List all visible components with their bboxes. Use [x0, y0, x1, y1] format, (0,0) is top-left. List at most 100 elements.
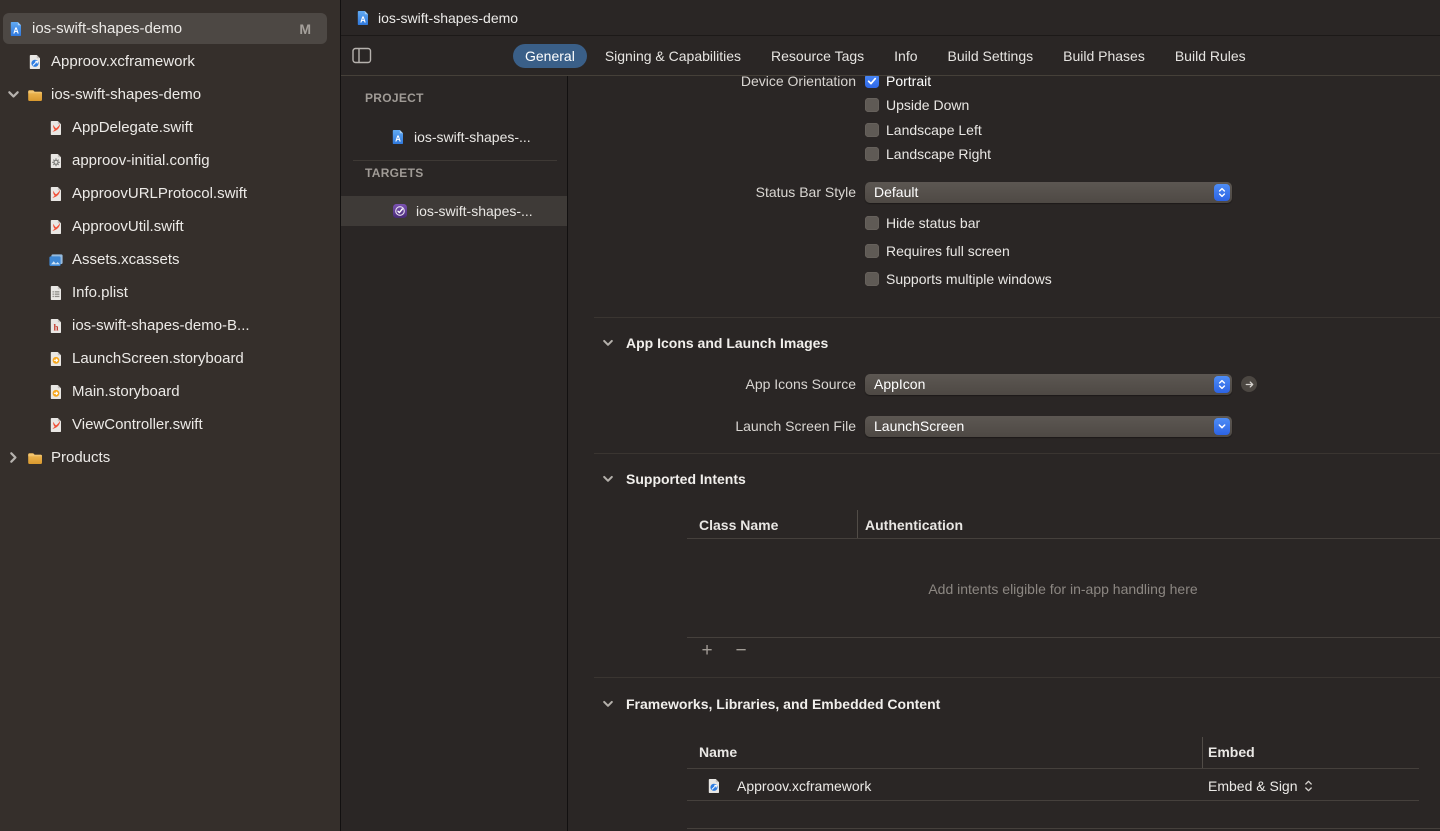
table-line [687, 768, 1419, 769]
navigator-item-info-plist[interactable]: Info.plist [0, 276, 340, 309]
framework-row[interactable]: Approov.xcframework [706, 775, 871, 797]
navigator-item-appdelegate[interactable]: AppDelegate.swift [0, 111, 340, 144]
table-line [687, 538, 1440, 539]
navigator-item-label: Main.storyboard [72, 383, 180, 400]
header-file-icon [48, 318, 64, 334]
chevron-down-icon[interactable] [602, 698, 614, 710]
upside-down-row: Upside Down [865, 94, 969, 116]
jump-arrow-button[interactable] [1241, 376, 1257, 392]
navigator-item-label: ios-swift-shapes-demo [51, 86, 201, 103]
tab-build-rules[interactable]: Build Rules [1163, 44, 1258, 68]
project-icon [355, 10, 371, 26]
embed-setting-select[interactable]: Embed & Sign [1208, 775, 1313, 797]
editor-title: ios-swift-shapes-demo [378, 10, 518, 26]
column-divider [1202, 737, 1203, 768]
navigator-item-project-root[interactable]: ios-swift-shapes-demo M [0, 12, 340, 45]
status-bar-style-value: Default [874, 184, 1214, 200]
frameworks-column-embed: Embed [1208, 744, 1255, 760]
xcode-window: ios-swift-shapes-demo M Approov.xcframew… [0, 0, 1440, 831]
app-icons-section-header: App Icons and Launch Images [602, 332, 828, 354]
app-icons-section-title: App Icons and Launch Images [626, 335, 828, 351]
tab-resource-tags[interactable]: Resource Tags [759, 44, 876, 68]
chevron-down-icon[interactable] [602, 473, 614, 485]
supports-multiple-windows-row: Supports multiple windows [865, 268, 1052, 290]
navigator-item-main-storyboard[interactable]: Main.storyboard [0, 375, 340, 408]
navigator-item-viewcontroller[interactable]: ViewController.swift [0, 408, 340, 441]
sidebar-toggle-icon[interactable] [352, 47, 372, 64]
launch-screen-file-combobox[interactable]: LaunchScreen [865, 416, 1232, 437]
projects-targets-panel: PROJECT ios-swift-shapes-... TARGETS ios… [341, 76, 568, 831]
requires-full-screen-row: Requires full screen [865, 240, 1010, 262]
swift-file-icon [48, 186, 64, 202]
hide-status-bar-checkbox[interactable] [865, 216, 879, 230]
navigator-item-group-folder[interactable]: ios-swift-shapes-demo [0, 78, 340, 111]
framework-name: Approov.xcframework [737, 778, 871, 794]
framework-file-icon [706, 778, 722, 794]
table-line [687, 800, 1419, 801]
target-item[interactable]: ios-swift-shapes-... [341, 196, 567, 226]
navigator-item-products[interactable]: Products [0, 441, 340, 474]
supported-intents-section-title: Supported Intents [626, 471, 746, 487]
tab-signing-capabilities[interactable]: Signing & Capabilities [593, 44, 753, 68]
swift-file-icon [48, 417, 64, 433]
intents-empty-placeholder: Add intents eligible for in-app handling… [687, 581, 1439, 597]
landscape-left-row: Landscape Left [865, 119, 982, 141]
portrait-checkbox[interactable] [865, 76, 879, 88]
section-separator [594, 677, 1440, 678]
navigator-item-label: AppDelegate.swift [72, 119, 193, 136]
landscape-left-checkbox[interactable] [865, 123, 879, 137]
settings-tabs: General Signing & Capabilities Resource … [513, 44, 1258, 68]
navigator-item-launchscreen[interactable]: LaunchScreen.storyboard [0, 342, 340, 375]
folder-icon [27, 87, 43, 103]
storyboard-file-icon [48, 351, 64, 367]
navigator-item-approov-util[interactable]: ApproovUtil.swift [0, 210, 340, 243]
tab-general[interactable]: General [513, 44, 587, 68]
stepper-icon [1214, 184, 1230, 201]
tab-build-settings[interactable]: Build Settings [936, 44, 1046, 68]
launch-screen-file-value: LaunchScreen [874, 418, 1214, 434]
table-line [687, 828, 1440, 829]
supports-multiple-windows-checkbox[interactable] [865, 272, 879, 286]
stepper-icon [1304, 779, 1313, 793]
config-file-icon [48, 153, 64, 169]
remove-intent-button[interactable]: − [732, 642, 750, 660]
requires-full-screen-checkbox[interactable] [865, 244, 879, 258]
chevron-down-icon[interactable] [7, 88, 20, 101]
navigator-item-assets[interactable]: Assets.xcassets [0, 243, 340, 276]
stepper-icon [1214, 376, 1230, 393]
navigator-item-approov-urlprotocol[interactable]: ApproovURLProtocol.swift [0, 177, 340, 210]
general-settings-pane: Device Orientation Portrait Upside Down … [568, 76, 1440, 831]
column-divider [857, 510, 858, 538]
navigator-item-label: Products [51, 449, 110, 466]
asset-catalog-icon [48, 252, 64, 268]
app-icons-source-select[interactable]: AppIcon [865, 374, 1232, 395]
add-intent-button[interactable]: + [698, 642, 716, 660]
navigator-item-label: ApproovUtil.swift [72, 218, 184, 235]
navigator-item-label: approov-initial.config [72, 152, 210, 169]
project-icon [8, 21, 24, 37]
launch-screen-file-label: Launch Screen File [568, 418, 856, 434]
folder-icon [27, 450, 43, 466]
target-icon [392, 203, 408, 219]
status-bar-style-label: Status Bar Style [568, 184, 856, 200]
project-icon [390, 129, 406, 145]
swift-file-icon [48, 120, 64, 136]
chevron-down-icon [1214, 418, 1230, 435]
project-item[interactable]: ios-swift-shapes-... [341, 122, 567, 152]
status-bar-style-select[interactable]: Default [865, 182, 1232, 203]
landscape-right-checkbox[interactable] [865, 147, 879, 161]
intents-column-class-name: Class Name [699, 517, 778, 533]
navigator-item-bridging-header[interactable]: ios-swift-shapes-demo-B... [0, 309, 340, 342]
upside-down-checkbox[interactable] [865, 98, 879, 112]
project-item-label: ios-swift-shapes-... [414, 129, 531, 145]
tab-build-phases[interactable]: Build Phases [1051, 44, 1157, 68]
chevron-right-icon[interactable] [7, 451, 20, 464]
launch-screen-file-row: Launch Screen File LaunchScreen [568, 415, 1232, 437]
navigator-item-approov-config[interactable]: approov-initial.config [0, 144, 340, 177]
navigator-item-xcframework[interactable]: Approov.xcframework [0, 45, 340, 78]
navigator-item-label: ios-swift-shapes-demo [32, 20, 182, 37]
editor-title-bar: ios-swift-shapes-demo [341, 0, 1440, 36]
hide-status-bar-row: Hide status bar [865, 212, 980, 234]
chevron-down-icon[interactable] [602, 337, 614, 349]
tab-info[interactable]: Info [882, 44, 929, 68]
